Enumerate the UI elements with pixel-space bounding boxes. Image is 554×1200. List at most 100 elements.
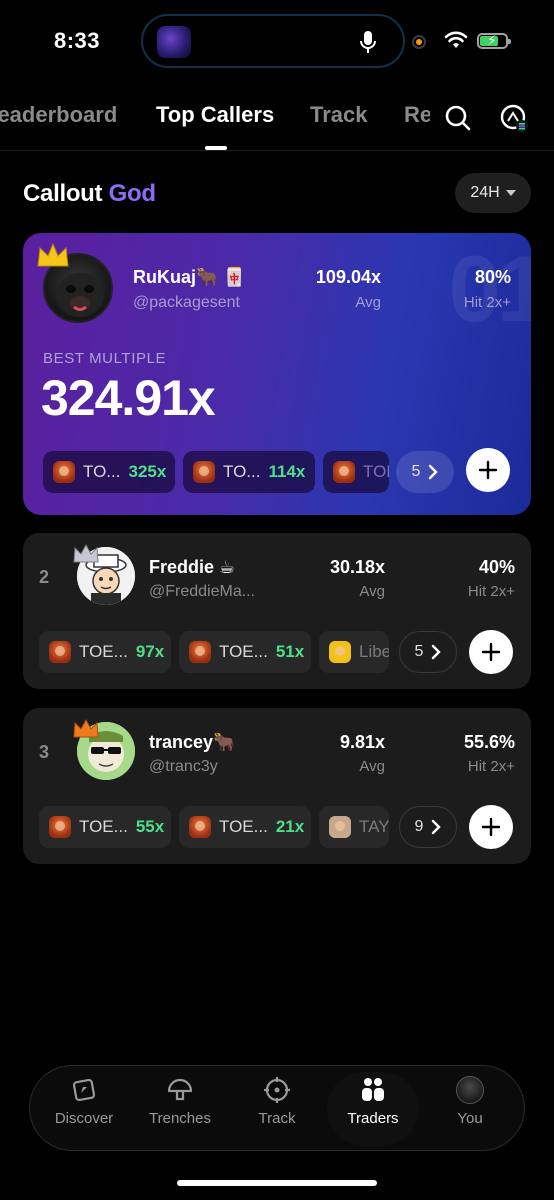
call-multiple: 51x	[275, 642, 305, 661]
recording-indicator-icon	[412, 35, 426, 49]
best-multiple-value: 324.91x	[41, 370, 216, 426]
avg-multiple-value: 9.81x	[339, 732, 385, 752]
hit-rate-value: 55.6%	[463, 732, 515, 752]
token-symbol: TO...	[223, 462, 261, 481]
caller-name: trancey🐂	[149, 732, 236, 752]
more-calls-button[interactable]: 5	[399, 631, 457, 673]
token-symbol: TAYL	[359, 817, 389, 836]
wallet-chain-icon	[500, 104, 528, 132]
call-chip[interactable]: Libe	[319, 631, 389, 673]
bottom-nav: Discover Trenches Track Traders You	[29, 1065, 525, 1151]
call-chip[interactable]: TOE... 51x	[179, 631, 311, 673]
hit-rate-label: Hit 2x+	[463, 294, 511, 311]
nav-discover[interactable]: Discover	[38, 1076, 130, 1142]
period-label: 24H	[470, 184, 500, 201]
avg-multiple-label: Avg	[359, 758, 385, 775]
call-chip[interactable]: TOE	[323, 451, 389, 493]
caller-card[interactable]: 3 trancey🐂 @tranc3y 9.81x Avg 55.6% Hit …	[23, 708, 531, 864]
nav-trenches[interactable]: Trenches	[134, 1076, 226, 1142]
now-playing-thumbnail	[157, 26, 191, 58]
avg-multiple-value: 109.04x	[315, 267, 381, 287]
avg-multiple-value: 30.18x	[329, 557, 385, 577]
token-icon	[329, 816, 351, 838]
nav-track[interactable]: Track	[231, 1076, 323, 1142]
tab-track[interactable]: Track	[310, 102, 368, 128]
call-chip[interactable]: TAYL	[319, 806, 389, 848]
tab-re[interactable]: Re	[404, 102, 430, 128]
nav-label: Trenches	[149, 1110, 211, 1127]
period-selector[interactable]: 24H	[455, 173, 531, 213]
token-icon	[193, 461, 215, 483]
token-icon	[49, 816, 71, 838]
token-symbol: TOE	[363, 462, 389, 481]
nav-you[interactable]: You	[424, 1076, 516, 1142]
call-chip[interactable]: TO... 325x	[43, 451, 175, 493]
caret-down-icon	[505, 190, 516, 196]
call-chip[interactable]: TOE... 97x	[39, 631, 171, 673]
users-icon	[362, 1078, 384, 1101]
follow-button[interactable]	[469, 630, 513, 674]
section-title-accent: God	[108, 180, 156, 207]
section-title: Callout God	[23, 180, 156, 207]
rank-number: 2	[39, 567, 50, 587]
home-indicator	[177, 1180, 377, 1186]
more-calls-button[interactable]: 5	[396, 451, 454, 493]
token-icon	[333, 461, 355, 483]
follow-button[interactable]	[469, 805, 513, 849]
compass-icon	[72, 1078, 96, 1102]
hit-rate-label: Hit 2x+	[467, 758, 515, 775]
token-symbol: TOE...	[219, 817, 268, 836]
wallet-chain-button[interactable]	[498, 102, 530, 134]
nav-label: Discover	[54, 1110, 114, 1127]
call-multiple: 114x	[268, 462, 306, 481]
search-button[interactable]	[442, 102, 474, 134]
follow-button[interactable]	[466, 448, 510, 492]
token-icon	[329, 641, 351, 663]
call-multiple: 55x	[135, 817, 165, 836]
call-chips: TOE... 55x TOE... 21x TAYL	[39, 806, 389, 848]
caller-name: RuKuaj🐂 🀄	[133, 267, 246, 287]
token-icon	[189, 641, 211, 663]
token-icon	[189, 816, 211, 838]
call-chips: TOE... 97x TOE... 51x Libe	[39, 631, 389, 673]
token-symbol: TOE...	[219, 642, 268, 661]
nav-label: Traders	[347, 1110, 399, 1127]
tab-leaderboard[interactable]: Leaderboard	[0, 102, 117, 128]
token-symbol: TOE...	[79, 642, 128, 661]
chevron-right-icon	[432, 644, 442, 660]
more-calls-count: 5	[411, 463, 421, 480]
nav-label: Track	[258, 1110, 296, 1127]
chevron-right-icon	[432, 819, 442, 835]
avg-multiple-label: Avg	[355, 294, 381, 311]
best-multiple-label: BEST MULTIPLE	[43, 350, 167, 367]
more-calls-button[interactable]: 9	[399, 806, 457, 848]
hit-rate-value: 40%	[478, 557, 515, 577]
plus-icon	[481, 642, 501, 662]
call-chip[interactable]: TOE... 21x	[179, 806, 311, 848]
more-calls-count: 9	[414, 818, 424, 835]
token-symbol: TOE...	[79, 817, 128, 836]
call-chip[interactable]: TOE... 55x	[39, 806, 171, 848]
token-symbol: Libe	[359, 642, 389, 661]
wifi-icon	[444, 31, 468, 54]
caller-card[interactable]: 2 Freddie ☕ @FreddieMa... 30.18x Avg 40%…	[23, 533, 531, 689]
caller-name: Freddie ☕	[149, 557, 236, 577]
plus-icon	[478, 460, 498, 480]
crown-icon	[72, 718, 100, 745]
tab-top-callers[interactable]: Top Callers	[156, 102, 274, 128]
call-multiple: 97x	[135, 642, 165, 661]
crosshair-icon	[264, 1077, 290, 1103]
microphone-icon	[359, 30, 377, 59]
token-icon	[49, 641, 71, 663]
more-calls-count: 5	[414, 643, 424, 660]
nav-traders[interactable]: Traders	[327, 1076, 419, 1142]
top-caller-card[interactable]: 01 RuKuaj🐂 🀄 @packagesent 109.04x Avg 80…	[23, 233, 531, 515]
caller-handle: @packagesent	[133, 294, 240, 311]
dynamic-island	[141, 14, 405, 68]
plus-icon	[481, 817, 501, 837]
token-symbol: TO...	[83, 462, 121, 481]
call-chip[interactable]: TO... 114x	[183, 451, 315, 493]
header-divider	[0, 150, 554, 151]
avatar	[456, 1076, 484, 1104]
avg-multiple-label: Avg	[359, 583, 385, 600]
